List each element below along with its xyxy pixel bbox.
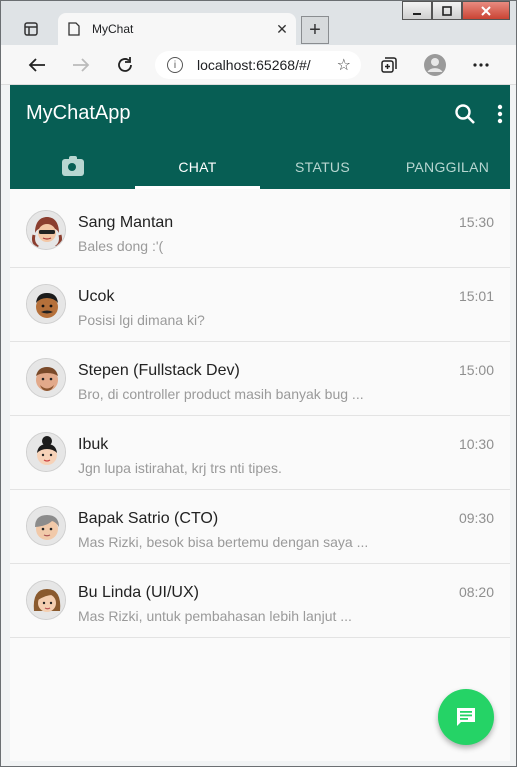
chat-app: MyChatApp CHAT STATUS PANGGILAN Sang Man… xyxy=(10,85,510,761)
tab-actions-button[interactable] xyxy=(17,15,45,43)
close-window-button[interactable] xyxy=(462,1,510,20)
chat-name: Ucok xyxy=(78,288,115,305)
chat-list: Sang Mantan Bales dong :'( 15:30 Ucok Po… xyxy=(10,194,510,638)
maximize-button[interactable] xyxy=(432,1,462,20)
reload-icon xyxy=(118,57,132,72)
chat-item[interactable]: Stepen (Fullstack Dev) Bro, di controlle… xyxy=(10,342,510,416)
chat-item[interactable]: Bu Linda (UI/UX) Mas Rizki, untuk pembah… xyxy=(10,564,510,638)
chat-name: Bapak Satrio (CTO) xyxy=(78,510,219,527)
forward-button[interactable] xyxy=(67,51,95,79)
avatar xyxy=(26,580,66,620)
chat-time: 15:01 xyxy=(458,288,494,304)
avatar xyxy=(26,284,66,324)
camera-icon xyxy=(61,155,84,176)
avatar xyxy=(26,210,66,250)
page-icon xyxy=(68,22,80,36)
back-button[interactable] xyxy=(23,51,51,79)
browser-tab[interactable]: MyChat ✕ xyxy=(58,13,296,45)
avatar xyxy=(26,506,66,546)
tab-chat[interactable]: CHAT xyxy=(135,145,260,189)
settings-menu-button[interactable] xyxy=(467,51,495,79)
tab-panggilan[interactable]: PANGGILAN xyxy=(385,145,510,189)
collections-icon xyxy=(381,57,397,73)
minimize-icon xyxy=(413,12,421,15)
chat-name: Sang Mantan xyxy=(78,214,174,231)
tab-camera[interactable] xyxy=(10,145,135,189)
chat-time: 10:30 xyxy=(458,436,494,452)
new-tab-button[interactable]: + xyxy=(301,16,329,44)
message-icon xyxy=(457,708,475,726)
browser-toolbar: i localhost:65268/#/ ☆ xyxy=(1,45,516,85)
search-icon[interactable] xyxy=(453,102,477,126)
chat-item[interactable]: Sang Mantan Bales dong :'( 15:30 xyxy=(10,194,510,268)
chat-last-message: Mas Rizki, besok bisa bertemu dengan say… xyxy=(78,534,369,550)
favorite-star-icon[interactable]: ☆ xyxy=(337,55,351,75)
more-horizontal-icon xyxy=(473,63,489,67)
chat-item[interactable]: Ibuk Jgn lupa istirahat, krj trs nti tip… xyxy=(10,416,510,490)
chat-time: 15:30 xyxy=(458,214,494,230)
app-title: MyChatApp xyxy=(26,102,131,124)
tab-actions-icon xyxy=(24,22,38,36)
info-icon[interactable]: i xyxy=(167,57,183,73)
chat-last-message: Bales dong :'( xyxy=(78,238,164,254)
tab-title: MyChat xyxy=(92,22,134,36)
chat-item[interactable]: Bapak Satrio (CTO) Mas Rizki, besok bisa… xyxy=(10,490,510,564)
chat-name: Stepen (Fullstack Dev) xyxy=(78,362,240,379)
avatar xyxy=(26,432,66,472)
app-tabs: CHAT STATUS PANGGILAN xyxy=(10,145,510,189)
profile-avatar-icon xyxy=(424,54,446,76)
tab-strip: MyChat ✕ + xyxy=(1,1,516,45)
chat-name: Bu Linda (UI/UX) xyxy=(78,584,199,601)
forward-arrow-icon xyxy=(73,58,90,72)
maximize-icon xyxy=(442,5,452,16)
chat-time: 09:30 xyxy=(458,510,494,526)
browser-window: MyChat ✕ + i localhost:65268/#/ ☆ MyChat… xyxy=(0,0,517,767)
chat-time: 08:20 xyxy=(458,584,494,600)
address-bar[interactable]: i localhost:65268/#/ ☆ xyxy=(155,51,361,79)
chat-last-message: Mas Rizki, untuk pembahasan lebih lanjut… xyxy=(78,608,352,624)
chat-name: Ibuk xyxy=(78,436,109,453)
app-bar: MyChatApp CHAT STATUS PANGGILAN xyxy=(10,85,510,189)
chat-last-message: Jgn lupa istirahat, krj trs nti tipes. xyxy=(78,460,282,476)
more-vertical-icon[interactable] xyxy=(488,102,510,126)
address-text: localhost:65268/#/ xyxy=(197,57,311,73)
collections-button[interactable] xyxy=(375,51,403,79)
new-chat-button[interactable] xyxy=(438,689,494,745)
tab-close-icon[interactable]: ✕ xyxy=(268,21,296,38)
chat-item[interactable]: Ucok Posisi lgi dimana ki? 15:01 xyxy=(10,268,510,342)
minimize-button[interactable] xyxy=(402,1,432,20)
tab-status[interactable]: STATUS xyxy=(260,145,385,189)
back-arrow-icon xyxy=(28,58,45,72)
reload-button[interactable] xyxy=(111,51,139,79)
chat-last-message: Bro, di controller product masih banyak … xyxy=(78,386,364,402)
window-controls xyxy=(402,1,510,20)
avatar xyxy=(26,358,66,398)
close-window-icon xyxy=(481,5,491,16)
chat-last-message: Posisi lgi dimana ki? xyxy=(78,312,205,328)
profile-button[interactable] xyxy=(421,51,449,79)
chat-time: 15:00 xyxy=(458,362,494,378)
